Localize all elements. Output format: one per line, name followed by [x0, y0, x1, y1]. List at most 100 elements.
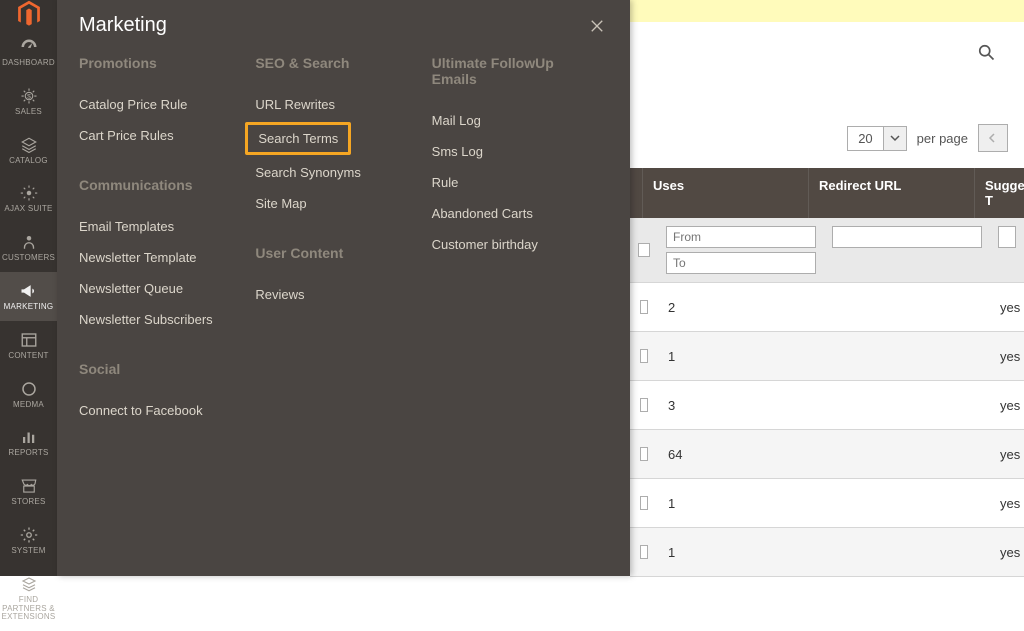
nav-label: SALES [15, 108, 42, 117]
flyout-link-site-map[interactable]: Site Map [255, 188, 421, 219]
grid-filter-checkbox[interactable] [638, 243, 650, 257]
flyout-close-button[interactable] [586, 15, 608, 37]
flyout-link-connect-to-facebook[interactable]: Connect to Facebook [79, 395, 245, 426]
nav-label: FIND PARTNERS & EXTENSIONS [2, 596, 56, 622]
flyout-column: Ultimate FollowUp Emails Mail LogSms LogR… [432, 55, 608, 426]
nav-item-ajaxsuite[interactable]: AJAX SUITE [0, 174, 57, 223]
flyout-link-reviews[interactable]: Reviews [255, 279, 421, 310]
nav-label: CONTENT [8, 352, 48, 361]
per-page-dropdown-button[interactable] [883, 126, 907, 151]
flyout-group: CommunicationsEmail TemplatesNewsletter … [79, 177, 245, 335]
medma-icon [19, 379, 39, 399]
flyout-link-sms-log[interactable]: Sms Log [432, 136, 598, 167]
system-message-banner [630, 0, 1024, 22]
grid-header-suggested[interactable]: Suggested T [974, 168, 1024, 218]
filter-uses-to[interactable] [666, 252, 816, 274]
flyout-group-title: Ultimate FollowUp Emails [432, 55, 598, 87]
filter-uses-from[interactable] [666, 226, 816, 248]
nav-label: SYSTEM [11, 547, 45, 556]
flyout-link-email-templates[interactable]: Email Templates [79, 211, 245, 242]
cell-uses: 64 [658, 447, 824, 462]
grid-header-uses[interactable]: Uses [642, 168, 808, 218]
flyout-group-title: Promotions [79, 55, 245, 71]
row-checkbox[interactable] [640, 496, 648, 510]
table-row[interactable]: 1yes [630, 479, 1024, 528]
per-page-label: per page [917, 131, 968, 146]
per-page-select[interactable]: 20 [847, 126, 906, 151]
nav-item-customers[interactable]: CUSTOMERS [0, 223, 57, 272]
nav-item-marketing[interactable]: MARKETING [0, 272, 57, 321]
row-checkbox[interactable] [640, 349, 648, 363]
flyout-link-search-terms[interactable]: Search Terms [245, 122, 351, 155]
cell-suggested: yes [990, 447, 1024, 462]
cell-suggested: yes [990, 496, 1024, 511]
ajaxsuite-icon [19, 183, 39, 203]
table-row[interactable]: 1 yes [630, 528, 1024, 577]
row-checkbox[interactable] [640, 300, 648, 314]
table-row[interactable]: 2 yes [630, 283, 1024, 332]
content-icon [19, 330, 39, 350]
per-page-value: 20 [847, 126, 882, 151]
nav-item-dashboard[interactable]: DASHBOARD [0, 28, 57, 77]
search-icon[interactable] [976, 42, 996, 62]
cell-uses: 2 [658, 300, 824, 315]
cell-uses: 1 [658, 545, 824, 560]
flyout-link-mail-log[interactable]: Mail Log [432, 105, 598, 136]
flyout-group-title: Social [79, 361, 245, 377]
flyout-link-cart-price-rules[interactable]: Cart Price Rules [79, 120, 245, 151]
nav-label: AJAX SUITE [4, 205, 52, 214]
row-checkbox[interactable] [640, 545, 648, 559]
grid-header-checkbox-col [630, 168, 642, 218]
row-checkbox[interactable] [640, 447, 648, 461]
nav-item-content[interactable]: CONTENT [0, 321, 57, 370]
svg-text:$: $ [27, 93, 31, 100]
flyout-link-rule[interactable]: Rule [432, 167, 598, 198]
catalog-icon [19, 135, 39, 155]
flyout-link-newsletter-template[interactable]: Newsletter Template [79, 242, 245, 273]
nav-item-stores[interactable]: STORES [0, 467, 57, 516]
flyout-group: Social Connect to Facebook [79, 361, 245, 426]
flyout-column: SEO & SearchURL RewritesSearch TermsSear… [255, 55, 431, 426]
nav-item-partners[interactable]: FIND PARTNERS & EXTENSIONS [0, 565, 57, 631]
magento-logo[interactable] [0, 0, 57, 28]
cell-uses: 3 [658, 398, 824, 413]
nav-item-medma[interactable]: MEDMA [0, 370, 57, 419]
admin-nav-rail: DASHBOARD $ SALES CATALOG AJAX SUITE CUSTOMER… [0, 0, 57, 576]
flyout-column: Promotions Catalog Price RuleCart Price R… [79, 55, 255, 426]
nav-item-catalog[interactable]: CATALOG [0, 126, 57, 175]
flyout-link-search-synonyms[interactable]: Search Synonyms [255, 157, 421, 188]
flyout-link-newsletter-subscribers[interactable]: Newsletter Subscribers [79, 304, 245, 335]
flyout-link-customer-birthday[interactable]: Customer birthday [432, 229, 598, 260]
nav-item-sales[interactable]: $ SALES [0, 77, 57, 126]
table-row[interactable]: 64 yes [630, 430, 1024, 479]
grid-body: 2yes1yes3yes64yes1yes1yes [630, 283, 1024, 577]
flyout-group-title: Communications [79, 177, 245, 193]
customers-icon [19, 232, 39, 252]
cell-suggested: yes [990, 545, 1024, 560]
filter-redirect[interactable] [832, 226, 982, 248]
flyout-link-newsletter-queue[interactable]: Newsletter Queue [79, 273, 245, 304]
flyout-link-catalog-price-rule[interactable]: Catalog Price Rule [79, 89, 245, 120]
grid-header-redirect[interactable]: Redirect URL [808, 168, 974, 218]
filter-suggested[interactable] [998, 226, 1016, 248]
cell-suggested: yes [990, 300, 1024, 315]
flyout-link-url-rewrites[interactable]: URL Rewrites [255, 89, 421, 120]
grid-filter-row [630, 218, 1024, 283]
nav-item-reports[interactable]: REPORTS [0, 418, 57, 467]
nav-label: MARKETING [4, 303, 54, 312]
stores-icon [19, 476, 39, 496]
table-row[interactable]: 3yes [630, 381, 1024, 430]
cell-suggested: yes [990, 349, 1024, 364]
nav-item-system[interactable]: SYSTEM [0, 516, 57, 565]
flyout-link-abandoned-carts[interactable]: Abandoned Carts [432, 198, 598, 229]
nav-label: REPORTS [8, 449, 48, 458]
page-content: 20 per page Uses Redirect URL Suggested … [630, 0, 1024, 576]
pager-prev-button[interactable] [978, 124, 1008, 152]
sales-icon: $ [19, 86, 39, 106]
nav-label: MEDMA [13, 401, 44, 410]
row-checkbox[interactable] [640, 398, 648, 412]
marketing-flyout: Marketing PromotionsCatalog Price RuleCa… [57, 0, 630, 576]
table-row[interactable]: 1yes [630, 332, 1024, 381]
nav-label: CUSTOMERS [2, 254, 55, 263]
partners-icon [19, 574, 39, 594]
